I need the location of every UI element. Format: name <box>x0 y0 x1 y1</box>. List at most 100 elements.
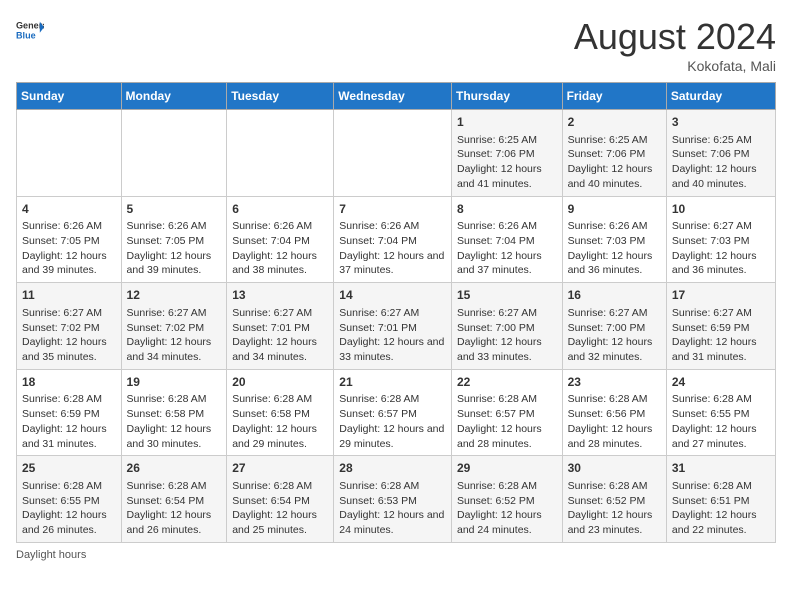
day-info: Sunset: 6:55 PM <box>22 494 116 509</box>
footer-note: Daylight hours <box>16 549 776 561</box>
calendar-cell: 5Sunrise: 6:26 AMSunset: 7:05 PMDaylight… <box>121 196 227 283</box>
day-info: Sunset: 6:59 PM <box>22 407 116 422</box>
day-number: 14 <box>339 287 446 304</box>
day-info: Daylight: 12 hours and 37 minutes. <box>339 249 446 278</box>
day-info: Daylight: 12 hours and 22 minutes. <box>672 508 770 537</box>
calendar-cell: 16Sunrise: 6:27 AMSunset: 7:00 PMDayligh… <box>562 283 666 370</box>
day-info: Sunset: 7:04 PM <box>339 234 446 249</box>
day-info: Daylight: 12 hours and 34 minutes. <box>232 335 328 364</box>
day-info: Sunrise: 6:25 AM <box>568 133 661 148</box>
day-info: Daylight: 12 hours and 33 minutes. <box>457 335 557 364</box>
day-info: Sunrise: 6:28 AM <box>457 392 557 407</box>
calendar-cell: 25Sunrise: 6:28 AMSunset: 6:55 PMDayligh… <box>17 456 122 543</box>
day-info: Sunset: 6:54 PM <box>232 494 328 509</box>
col-header-monday: Monday <box>121 83 227 110</box>
location-label: Kokofata, Mali <box>574 58 776 74</box>
day-info: Daylight: 12 hours and 32 minutes. <box>568 335 661 364</box>
day-number: 22 <box>457 374 557 391</box>
day-info: Daylight: 12 hours and 26 minutes. <box>127 508 222 537</box>
calendar-cell: 22Sunrise: 6:28 AMSunset: 6:57 PMDayligh… <box>451 369 562 456</box>
calendar-cell: 23Sunrise: 6:28 AMSunset: 6:56 PMDayligh… <box>562 369 666 456</box>
day-info: Sunset: 7:05 PM <box>22 234 116 249</box>
calendar-cell: 11Sunrise: 6:27 AMSunset: 7:02 PMDayligh… <box>17 283 122 370</box>
day-info: Sunset: 7:06 PM <box>672 147 770 162</box>
day-info: Daylight: 12 hours and 40 minutes. <box>672 162 770 191</box>
day-info: Sunrise: 6:26 AM <box>22 219 116 234</box>
day-number: 20 <box>232 374 328 391</box>
day-number: 5 <box>127 201 222 218</box>
day-info: Sunset: 6:53 PM <box>339 494 446 509</box>
calendar-cell: 14Sunrise: 6:27 AMSunset: 7:01 PMDayligh… <box>334 283 452 370</box>
day-info: Sunrise: 6:27 AM <box>672 219 770 234</box>
day-info: Sunrise: 6:28 AM <box>127 392 222 407</box>
day-info: Daylight: 12 hours and 31 minutes. <box>672 335 770 364</box>
day-info: Daylight: 12 hours and 29 minutes. <box>232 422 328 451</box>
day-info: Sunset: 7:06 PM <box>568 147 661 162</box>
day-info: Sunset: 7:01 PM <box>339 321 446 336</box>
day-info: Daylight: 12 hours and 26 minutes. <box>22 508 116 537</box>
day-info: Daylight: 12 hours and 39 minutes. <box>127 249 222 278</box>
day-info: Daylight: 12 hours and 24 minutes. <box>457 508 557 537</box>
calendar-cell: 2Sunrise: 6:25 AMSunset: 7:06 PMDaylight… <box>562 110 666 197</box>
day-info: Sunset: 6:56 PM <box>568 407 661 422</box>
calendar-cell: 18Sunrise: 6:28 AMSunset: 6:59 PMDayligh… <box>17 369 122 456</box>
day-info: Daylight: 12 hours and 33 minutes. <box>339 335 446 364</box>
day-number: 1 <box>457 114 557 131</box>
calendar-cell <box>121 110 227 197</box>
svg-text:Blue: Blue <box>16 30 36 40</box>
calendar-cell: 4Sunrise: 6:26 AMSunset: 7:05 PMDaylight… <box>17 196 122 283</box>
calendar-table: SundayMondayTuesdayWednesdayThursdayFrid… <box>16 82 776 543</box>
calendar-cell: 19Sunrise: 6:28 AMSunset: 6:58 PMDayligh… <box>121 369 227 456</box>
calendar-week-4: 18Sunrise: 6:28 AMSunset: 6:59 PMDayligh… <box>17 369 776 456</box>
day-info: Sunrise: 6:28 AM <box>672 392 770 407</box>
day-info: Sunset: 6:58 PM <box>232 407 328 422</box>
day-info: Daylight: 12 hours and 36 minutes. <box>568 249 661 278</box>
day-info: Sunset: 6:54 PM <box>127 494 222 509</box>
calendar-cell: 21Sunrise: 6:28 AMSunset: 6:57 PMDayligh… <box>334 369 452 456</box>
calendar-week-2: 4Sunrise: 6:26 AMSunset: 7:05 PMDaylight… <box>17 196 776 283</box>
col-header-wednesday: Wednesday <box>334 83 452 110</box>
day-info: Sunrise: 6:28 AM <box>457 479 557 494</box>
calendar-header-row: SundayMondayTuesdayWednesdayThursdayFrid… <box>17 83 776 110</box>
day-info: Sunrise: 6:28 AM <box>568 479 661 494</box>
day-number: 10 <box>672 201 770 218</box>
day-info: Sunset: 6:59 PM <box>672 321 770 336</box>
day-info: Sunrise: 6:26 AM <box>127 219 222 234</box>
day-info: Daylight: 12 hours and 35 minutes. <box>22 335 116 364</box>
day-info: Daylight: 12 hours and 25 minutes. <box>232 508 328 537</box>
calendar-cell: 26Sunrise: 6:28 AMSunset: 6:54 PMDayligh… <box>121 456 227 543</box>
day-info: Sunrise: 6:26 AM <box>568 219 661 234</box>
day-info: Sunset: 7:05 PM <box>127 234 222 249</box>
calendar-cell: 31Sunrise: 6:28 AMSunset: 6:51 PMDayligh… <box>666 456 775 543</box>
day-info: Sunrise: 6:28 AM <box>232 479 328 494</box>
day-info: Sunrise: 6:25 AM <box>457 133 557 148</box>
day-info: Sunset: 7:02 PM <box>22 321 116 336</box>
day-info: Daylight: 12 hours and 34 minutes. <box>127 335 222 364</box>
day-info: Daylight: 12 hours and 37 minutes. <box>457 249 557 278</box>
day-number: 2 <box>568 114 661 131</box>
day-number: 6 <box>232 201 328 218</box>
day-number: 8 <box>457 201 557 218</box>
calendar-cell: 30Sunrise: 6:28 AMSunset: 6:52 PMDayligh… <box>562 456 666 543</box>
day-info: Daylight: 12 hours and 27 minutes. <box>672 422 770 451</box>
day-number: 29 <box>457 460 557 477</box>
col-header-friday: Friday <box>562 83 666 110</box>
day-number: 11 <box>22 287 116 304</box>
day-info: Sunrise: 6:28 AM <box>22 392 116 407</box>
calendar-cell <box>17 110 122 197</box>
day-info: Sunrise: 6:27 AM <box>127 306 222 321</box>
day-info: Sunrise: 6:27 AM <box>672 306 770 321</box>
page-header: General Blue August 2024 Kokofata, Mali <box>16 16 776 74</box>
calendar-cell: 6Sunrise: 6:26 AMSunset: 7:04 PMDaylight… <box>227 196 334 283</box>
day-info: Sunrise: 6:28 AM <box>568 392 661 407</box>
day-info: Daylight: 12 hours and 24 minutes. <box>339 508 446 537</box>
col-header-thursday: Thursday <box>451 83 562 110</box>
calendar-cell: 7Sunrise: 6:26 AMSunset: 7:04 PMDaylight… <box>334 196 452 283</box>
day-number: 24 <box>672 374 770 391</box>
calendar-cell: 28Sunrise: 6:28 AMSunset: 6:53 PMDayligh… <box>334 456 452 543</box>
day-info: Daylight: 12 hours and 30 minutes. <box>127 422 222 451</box>
day-info: Daylight: 12 hours and 28 minutes. <box>568 422 661 451</box>
day-number: 21 <box>339 374 446 391</box>
day-info: Sunrise: 6:26 AM <box>457 219 557 234</box>
calendar-cell: 10Sunrise: 6:27 AMSunset: 7:03 PMDayligh… <box>666 196 775 283</box>
